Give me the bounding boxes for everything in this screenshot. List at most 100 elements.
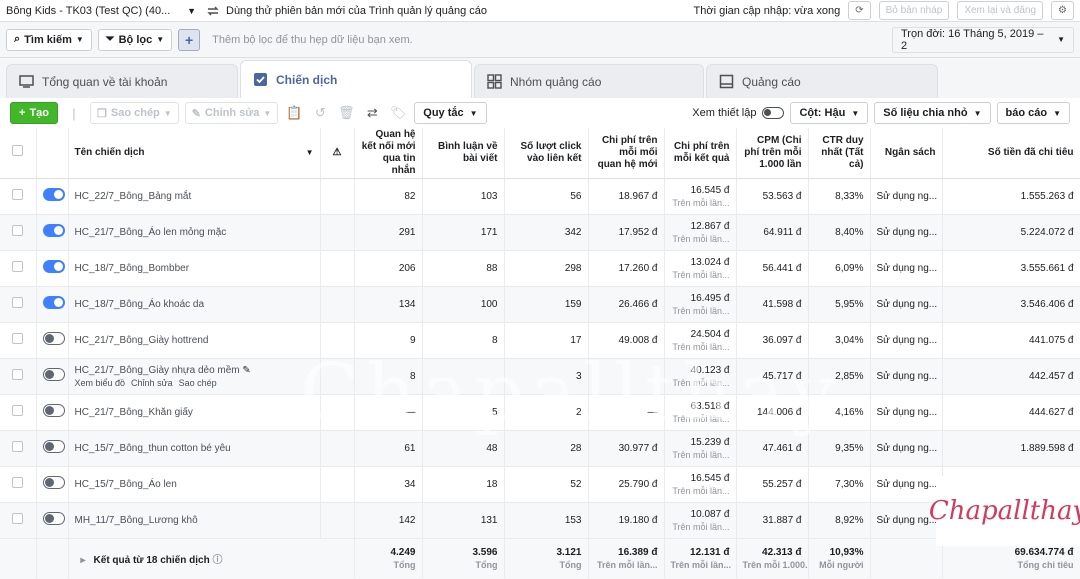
- campaign-toggle[interactable]: [42, 188, 65, 201]
- table-row[interactable]: MH_11/7_Bông_Lương khô 142 131 153 19.18…: [0, 502, 1080, 539]
- columns-button[interactable]: Cột: Hậu ▼: [790, 102, 869, 124]
- col-header-post-comments[interactable]: Bình luận về bài viết: [422, 128, 505, 179]
- row-select-cell[interactable]: [0, 466, 37, 503]
- view-chart-link[interactable]: Xem biểu đồ: [75, 378, 126, 388]
- campaign-name[interactable]: HC_18/7_Bông_Áo khoác da: [75, 299, 205, 310]
- campaign-name[interactable]: HC_18/7_Bông_Bombber: [75, 263, 190, 274]
- row-checkbox[interactable]: [12, 513, 24, 524]
- row-toggle-cell[interactable]: [36, 502, 69, 539]
- tab-campaigns[interactable]: Chiến dịch: [240, 60, 472, 98]
- edit-link[interactable]: Chỉnh sửa: [131, 378, 173, 388]
- row-select-cell[interactable]: [0, 178, 37, 215]
- row-select-cell[interactable]: [0, 214, 37, 251]
- campaign-toggle[interactable]: [42, 368, 65, 381]
- view-setup-toggle[interactable]: [762, 107, 785, 119]
- row-select-cell[interactable]: [0, 322, 37, 359]
- tab-account-overview[interactable]: Tổng quan về tài khoản: [6, 64, 238, 98]
- row-checkbox[interactable]: [12, 441, 24, 452]
- row-toggle-cell[interactable]: [36, 322, 69, 359]
- campaign-name-cell[interactable]: HC_21/7_Bông_Giày nhựa dẻo mềm ✎ Xem biểu…: [68, 358, 321, 395]
- col-header-cost-per-connection[interactable]: Chi phí trên mỗi mối quan hệ mới: [588, 128, 665, 179]
- expand-icon[interactable]: ▸: [81, 555, 86, 566]
- col-header-cost-per-result[interactable]: Chi phí trên mỗi kết quả: [664, 128, 737, 179]
- search-button[interactable]: ⌕ Tìm kiếm ▼: [6, 28, 92, 51]
- select-all-cell[interactable]: [0, 128, 37, 179]
- row-checkbox[interactable]: [12, 261, 24, 272]
- campaign-toggle[interactable]: [42, 476, 65, 489]
- campaign-name-cell[interactable]: HC_21/7_Bông_Giày hottrend: [68, 322, 321, 359]
- campaign-toggle[interactable]: [42, 224, 65, 237]
- row-select-cell[interactable]: [0, 358, 37, 395]
- row-select-cell[interactable]: [0, 394, 37, 431]
- summary-label-cell[interactable]: ▸ Kết quả từ 18 chiến dịch ⓘ: [68, 538, 355, 578]
- row-checkbox[interactable]: [12, 477, 24, 488]
- row-toggle-cell[interactable]: [36, 178, 69, 215]
- table-row[interactable]: HC_21/7_Bông_Khăn giấy — 5 2 — 63.518 đT…: [0, 394, 1080, 431]
- col-header-cpm[interactable]: CPM (Chi phí trên mỗi 1.000 lần: [736, 128, 809, 179]
- row-select-cell[interactable]: [0, 250, 37, 287]
- row-toggle-cell[interactable]: [36, 466, 69, 503]
- col-header-name[interactable]: Tên chiến dịch ▼: [68, 128, 321, 179]
- row-select-cell[interactable]: [0, 286, 37, 323]
- campaign-toggle[interactable]: [42, 404, 65, 417]
- row-toggle-cell[interactable]: [36, 394, 69, 431]
- review-publish-button[interactable]: Xem lại và đăng: [957, 1, 1044, 20]
- campaign-name[interactable]: HC_15/7_Bông_Áo len: [75, 479, 177, 490]
- campaign-name-cell[interactable]: MH_11/7_Bông_Lương khô: [68, 502, 321, 539]
- table-row[interactable]: HC_15/7_Bông_thun cotton bé yêu 61 48 28…: [0, 430, 1080, 467]
- campaign-name-cell[interactable]: HC_21/7_Bông_Khăn giấy: [68, 394, 321, 431]
- campaign-name-cell[interactable]: HC_15/7_Bông_thun cotton bé yêu: [68, 430, 321, 467]
- row-checkbox[interactable]: [12, 225, 24, 236]
- trial-banner[interactable]: Dùng thử phiên bản mới của Trình quản lý…: [206, 4, 684, 18]
- col-header-ctr[interactable]: CTR duy nhất (Tất cả): [808, 128, 871, 179]
- row-select-cell[interactable]: [0, 430, 37, 467]
- filter-placeholder[interactable]: Thêm bộ lọc để thu hẹp dữ liệu bạn xem.: [212, 34, 886, 46]
- campaign-name-cell[interactable]: HC_18/7_Bông_Bombber: [68, 250, 321, 287]
- row-toggle-cell[interactable]: [36, 430, 69, 467]
- account-selector[interactable]: Bông Kids - TK03 (Test QC) (40... ▼: [6, 5, 196, 17]
- date-range-picker[interactable]: Trọn đời: 16 Tháng 5, 2019 – 2 ▼: [892, 26, 1074, 53]
- campaign-name[interactable]: MH_11/7_Bông_Lương khô: [75, 515, 198, 526]
- add-filter-button[interactable]: +: [178, 28, 201, 51]
- campaign-toggle[interactable]: [42, 332, 65, 345]
- discard-draft-button[interactable]: Bỏ bản nháp: [878, 1, 950, 20]
- col-header-link-clicks[interactable]: Số lượt click vào liên kết: [504, 128, 589, 179]
- campaign-toggle[interactable]: [42, 260, 65, 273]
- ab-test-icon[interactable]: ⇄: [362, 102, 382, 124]
- table-row[interactable]: HC_22/7_Bông_Bảng mắt 82 103 56 18.967 đ…: [0, 178, 1080, 215]
- row-toggle-cell[interactable]: [36, 358, 69, 395]
- create-button[interactable]: + Tạo: [10, 102, 58, 124]
- row-checkbox[interactable]: [12, 333, 24, 344]
- campaign-name-cell[interactable]: HC_18/7_Bông_Áo khoác da: [68, 286, 321, 323]
- campaign-toggle[interactable]: [42, 440, 65, 453]
- campaign-name[interactable]: HC_21/7_Bông_Áo len mỏng mặc: [75, 227, 227, 238]
- pencil-icon[interactable]: ✎: [242, 365, 250, 376]
- col-header-new-connections[interactable]: Quan hệ kết nối mới qua tin nhắn: [354, 128, 423, 179]
- campaign-name-cell[interactable]: HC_21/7_Bông_Áo len mỏng mặc: [68, 214, 321, 251]
- campaign-name[interactable]: HC_15/7_Bông_thun cotton bé yêu: [75, 443, 231, 454]
- reports-button[interactable]: báo cáo ▼: [996, 102, 1070, 124]
- col-header-amount-spent[interactable]: Số tiền đã chi tiêu: [942, 128, 1080, 179]
- table-row[interactable]: HC_15/7_Bông_Áo len 34 18 52 25.790 đ 16…: [0, 466, 1080, 503]
- row-toggle-cell[interactable]: [36, 286, 69, 323]
- row-select-cell[interactable]: [0, 502, 37, 539]
- row-checkbox[interactable]: [12, 189, 24, 200]
- campaign-name[interactable]: HC_21/7_Bông_Giày hottrend: [75, 335, 209, 346]
- table-row[interactable]: HC_21/7_Bông_Giày hottrend 9 8 17 49.008…: [0, 322, 1080, 359]
- col-header-budget[interactable]: Ngân sách: [870, 128, 943, 179]
- edit-button[interactable]: ✎ Chỉnh sửa ▼: [184, 102, 279, 124]
- table-row[interactable]: HC_21/7_Bông_Áo len mỏng mặc 291 171 342…: [0, 214, 1080, 251]
- row-checkbox[interactable]: [12, 405, 24, 416]
- trash-icon[interactable]: 🗑: [336, 102, 356, 124]
- tag-icon[interactable]: 🏷: [388, 102, 408, 124]
- row-toggle-cell[interactable]: [36, 214, 69, 251]
- campaign-name[interactable]: HC_21/7_Bông_Giày nhựa dẻo mềm: [75, 365, 240, 376]
- table-row[interactable]: HC_18/7_Bông_Áo khoác da 134 100 159 26.…: [0, 286, 1080, 323]
- breakdown-button[interactable]: Số liệu chia nhỏ ▼: [874, 102, 991, 124]
- table-row[interactable]: HC_18/7_Bông_Bombber 206 88 298 17.260 đ…: [0, 250, 1080, 287]
- undo-icon[interactable]: ↺: [310, 102, 330, 124]
- refresh-button[interactable]: ⟳: [848, 1, 871, 20]
- tab-ads[interactable]: Quảng cáo: [706, 64, 938, 98]
- select-all-checkbox[interactable]: [12, 145, 24, 157]
- settings-button[interactable]: ⚙: [1051, 1, 1074, 20]
